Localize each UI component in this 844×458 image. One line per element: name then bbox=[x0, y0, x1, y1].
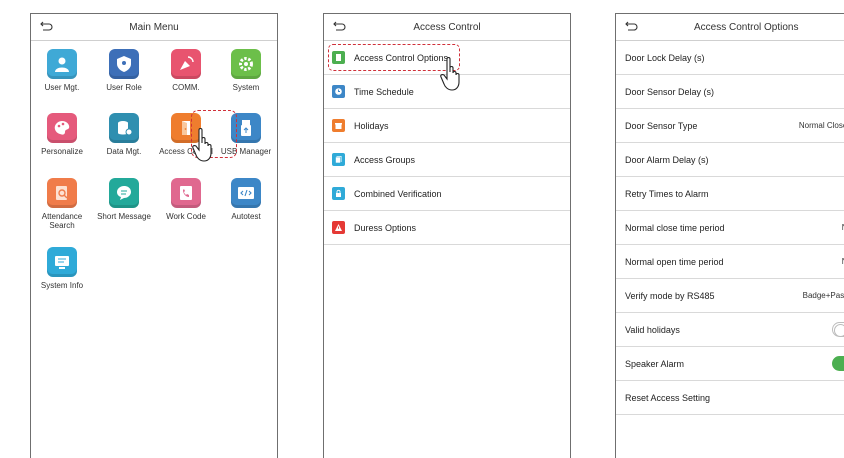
phone-book-icon bbox=[171, 178, 201, 208]
option-normal-close-time-period[interactable]: Normal close time period No bbox=[616, 211, 844, 245]
tile-label: User Role bbox=[106, 83, 142, 92]
tile-attendance-search[interactable]: Attendance Search bbox=[31, 178, 93, 230]
database-icon bbox=[109, 113, 139, 143]
tile-user-mgt[interactable]: User Mgt. bbox=[31, 49, 93, 92]
options-titlebar: Access Control Options bbox=[616, 14, 844, 41]
monitor-icon bbox=[47, 247, 77, 277]
code-icon bbox=[231, 178, 261, 208]
search-doc-icon bbox=[47, 178, 77, 208]
option-retry-times-to-alarm[interactable]: Retry Times to Alarm bbox=[616, 177, 844, 211]
lock-icon bbox=[332, 187, 345, 200]
gear-icon bbox=[231, 49, 261, 79]
option-label: Reset Access Setting bbox=[625, 392, 711, 403]
main-menu-title: Main Menu bbox=[129, 21, 179, 33]
option-verify-mode-rs485[interactable]: Verify mode by RS485 Badge+Passw bbox=[616, 279, 844, 313]
tile-system[interactable]: System bbox=[215, 49, 277, 92]
tile-autotest[interactable]: Autotest bbox=[215, 178, 277, 221]
option-label: Door Sensor Type bbox=[625, 120, 698, 131]
hand-pointer-icon bbox=[192, 127, 212, 162]
option-reset-access-setting[interactable]: Reset Access Setting bbox=[616, 381, 844, 415]
options-title: Access Control Options bbox=[694, 21, 799, 33]
tile-label: Personalize bbox=[41, 147, 83, 156]
tile-data-mgt[interactable]: Data Mgt. bbox=[93, 113, 155, 156]
option-door-sensor-delay[interactable]: Door Sensor Delay (s) bbox=[616, 75, 844, 109]
tile-label: Autotest bbox=[231, 212, 261, 221]
option-label: Door Lock Delay (s) bbox=[625, 52, 705, 63]
option-label: Door Sensor Delay (s) bbox=[625, 86, 715, 97]
tile-system-info[interactable]: System Info bbox=[31, 247, 93, 290]
access-control-titlebar: Access Control bbox=[324, 14, 570, 41]
option-door-alarm-delay[interactable]: Door Alarm Delay (s) bbox=[616, 143, 844, 177]
clock-icon bbox=[332, 85, 345, 98]
option-door-sensor-type[interactable]: Door Sensor Type Normal Close (N bbox=[616, 109, 844, 143]
menu-item-holidays[interactable]: Holidays bbox=[324, 109, 570, 143]
gift-icon bbox=[332, 119, 345, 132]
option-valid-holidays[interactable]: Valid holidays bbox=[616, 313, 844, 347]
option-label: Normal open time period bbox=[625, 256, 724, 267]
tile-work-code[interactable]: Work Code bbox=[155, 178, 217, 221]
option-speaker-alarm[interactable]: Speaker Alarm bbox=[616, 347, 844, 381]
menu-item-access-groups[interactable]: Access Groups bbox=[324, 143, 570, 177]
option-label: Door Alarm Delay (s) bbox=[625, 154, 709, 165]
tile-label: Short Message bbox=[97, 212, 151, 221]
speaker-alarm-toggle[interactable] bbox=[832, 356, 844, 371]
tile-comm[interactable]: COMM. bbox=[155, 49, 217, 92]
tile-user-role[interactable]: User Role bbox=[93, 49, 155, 92]
tile-label: System Info bbox=[40, 281, 84, 290]
access-control-options-screen: Access Control Options Door Lock Delay (… bbox=[615, 13, 844, 458]
option-door-lock-delay[interactable]: Door Lock Delay (s) bbox=[616, 41, 844, 75]
menu-item-duress-options[interactable]: Duress Options bbox=[324, 211, 570, 245]
back-icon[interactable] bbox=[332, 19, 346, 33]
tile-label: User Mgt. bbox=[44, 83, 80, 92]
option-value: Badge+Passw bbox=[802, 291, 844, 300]
menu-item-label: Access Groups bbox=[354, 154, 416, 165]
menu-item-label: Holidays bbox=[354, 120, 389, 131]
tile-label: COMM. bbox=[172, 83, 200, 92]
tile-label: Attendance Search bbox=[41, 212, 83, 230]
option-label: Valid holidays bbox=[625, 324, 680, 335]
copy-icon bbox=[332, 153, 345, 166]
menu-item-combined-verification[interactable]: Combined Verification bbox=[324, 177, 570, 211]
tile-personalize[interactable]: Personalize bbox=[31, 113, 93, 156]
access-control-screen: Access Control Access Control Options Ti… bbox=[323, 13, 571, 458]
tile-label: Work Code bbox=[166, 212, 206, 221]
option-label: Verify mode by RS485 bbox=[625, 290, 715, 301]
option-label: Normal close time period bbox=[625, 222, 725, 233]
main-menu-titlebar: Main Menu bbox=[31, 14, 277, 41]
satellite-icon bbox=[171, 49, 201, 79]
main-menu-screen: Main Menu User Mgt. User Role COMM. Syst… bbox=[30, 13, 278, 458]
option-value: Normal Close (N bbox=[798, 121, 844, 130]
palette-icon bbox=[47, 113, 77, 143]
back-icon[interactable] bbox=[39, 19, 53, 33]
menu-item-label: Time Schedule bbox=[354, 86, 414, 97]
chat-icon bbox=[109, 178, 139, 208]
warning-icon bbox=[332, 221, 345, 234]
tile-short-message[interactable]: Short Message bbox=[93, 178, 155, 221]
tile-label: System bbox=[232, 83, 260, 92]
valid-holidays-toggle[interactable] bbox=[832, 322, 844, 337]
tile-label: Data Mgt. bbox=[106, 147, 142, 156]
option-label: Retry Times to Alarm bbox=[625, 188, 709, 199]
option-label: Speaker Alarm bbox=[625, 358, 685, 369]
menu-item-label: Duress Options bbox=[354, 222, 417, 233]
access-control-title: Access Control bbox=[413, 21, 481, 33]
back-icon[interactable] bbox=[624, 19, 638, 33]
hand-pointer-icon bbox=[440, 56, 460, 91]
user-icon bbox=[47, 49, 77, 79]
shield-icon bbox=[109, 49, 139, 79]
menu-item-label: Combined Verification bbox=[354, 188, 442, 199]
option-normal-open-time-period[interactable]: Normal open time period No bbox=[616, 245, 844, 279]
